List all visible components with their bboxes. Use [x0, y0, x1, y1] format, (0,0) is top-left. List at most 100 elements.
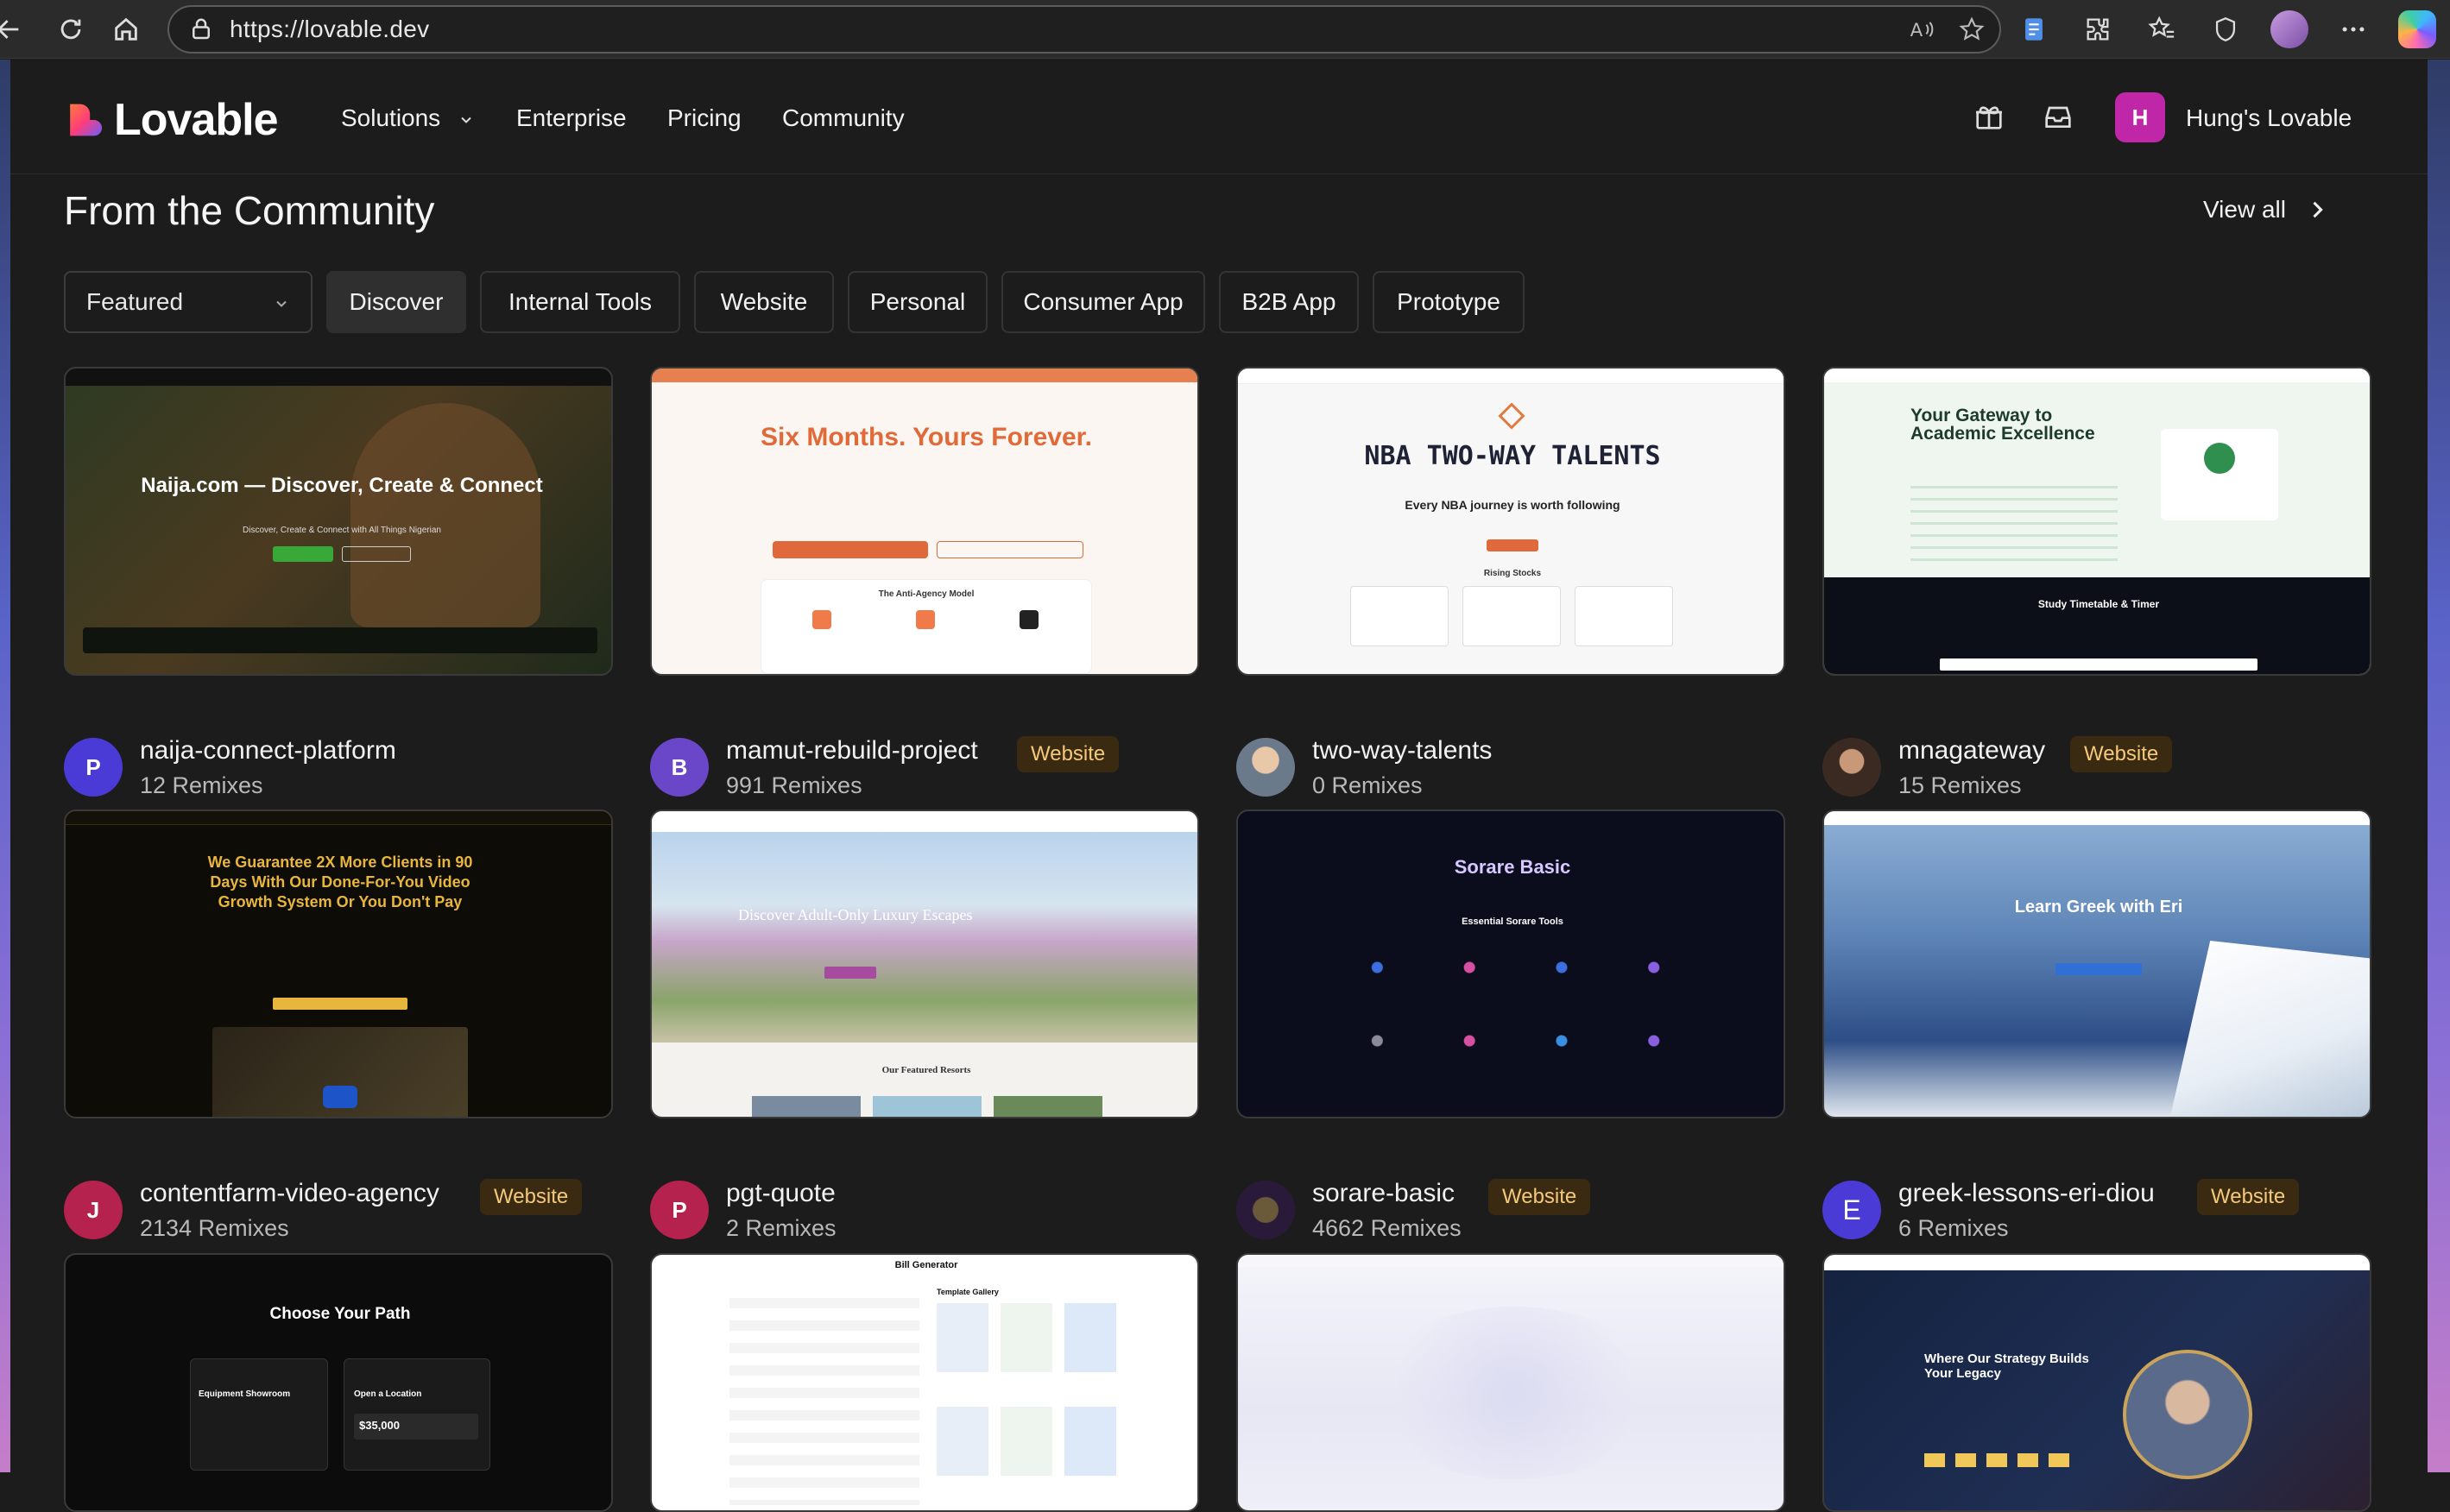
thumb-feature-icon [916, 610, 935, 629]
thumb-section-title: Rising Stocks [1483, 569, 1542, 578]
thumb-portrait [2123, 1350, 2252, 1479]
shield-icon[interactable] [2203, 7, 2248, 52]
thumb-feature-icon [1020, 610, 1039, 629]
copilot-icon[interactable] [2395, 7, 2440, 52]
back-button[interactable] [0, 5, 33, 54]
remix-count: 2 Remixes [726, 1215, 837, 1241]
inbox-icon[interactable] [2041, 99, 2075, 134]
user-avatar[interactable]: H [2115, 92, 2165, 142]
avatar[interactable]: B [650, 738, 709, 797]
favorite-star-icon[interactable] [1956, 14, 1987, 45]
logo-text: Lovable [114, 95, 278, 145]
filter-b2b-app[interactable]: B2B App [1219, 271, 1359, 333]
nav-pricing[interactable]: Pricing [667, 104, 742, 132]
thumb-headline: Your Gateway to Academic Excellence [1910, 406, 2095, 444]
filter-internal-tools[interactable]: Internal Tools [480, 271, 680, 333]
thumb-figure [350, 403, 540, 627]
thumb-cta [1487, 539, 1538, 551]
project-name[interactable]: two-way-talents [1312, 736, 1492, 765]
project-thumbnail[interactable]: Discover Adult-Only Luxury Escapes Our F… [650, 810, 1199, 1118]
filter-prototype[interactable]: Prototype [1373, 271, 1525, 333]
thumb-tool-grid [1359, 953, 1666, 1099]
thumb-topbar [66, 369, 611, 386]
remix-count: 991 Remixes [726, 772, 862, 798]
more-options-icon[interactable] [2331, 7, 2376, 52]
category-badge: Website [2197, 1179, 2300, 1215]
profile-avatar[interactable] [2267, 7, 2312, 52]
project-thumbnail[interactable]: Bill Generator Template Gallery [650, 1253, 1199, 1512]
project-thumbnail[interactable]: NBA TWO-WAY TALENTS Every NBA journey is… [1236, 367, 1785, 676]
thumb-section-title: The Anti-Agency Model [878, 589, 975, 599]
thumb-headline: Bill Generator [894, 1260, 958, 1270]
project-name[interactable]: mnagateway [1898, 736, 2045, 765]
project-name[interactable]: greek-lessons-eri-diou [1898, 1179, 2155, 1208]
nav-solutions[interactable]: Solutions [341, 104, 475, 132]
thumb-feature-icon [812, 610, 831, 629]
url-text: https://lovable.dev [230, 16, 430, 42]
nav-community[interactable]: Community [782, 104, 905, 132]
project-thumbnail[interactable]: Learn Greek with Eri [1822, 810, 2371, 1118]
thumb-announcement-bar [652, 369, 1197, 382]
thumb-headline: Where Our Strategy Builds Your Legacy [1924, 1351, 2089, 1381]
thumb-card [1350, 586, 1449, 646]
remix-count: 12 Remixes [140, 772, 263, 798]
project-name[interactable]: pgt-quote [726, 1179, 836, 1208]
project-thumbnail[interactable] [1236, 1253, 1785, 1512]
lovable-heart-icon [70, 104, 102, 136]
avatar[interactable] [1236, 738, 1295, 797]
project-name[interactable]: naija-connect-platform [140, 736, 396, 765]
thumb-feature-list [1910, 486, 2118, 564]
project-thumbnail[interactable]: Sorare Basic Essential Sorare Tools [1236, 810, 1785, 1118]
project-thumbnail[interactable]: We Guarantee 2X More Clients in 90 Days … [64, 810, 613, 1118]
avatar[interactable]: P [650, 1181, 709, 1239]
thumb-option-card [190, 1358, 328, 1471]
nav-enterprise[interactable]: Enterprise [516, 104, 627, 132]
user-workspace-name[interactable]: Hung's Lovable [2186, 104, 2352, 132]
extensions-icon[interactable] [2075, 7, 2120, 52]
filter-website[interactable]: Website [694, 271, 834, 333]
project-name[interactable]: contentfarm-video-agency [140, 1179, 439, 1208]
project-name[interactable]: mamut-rebuild-project [726, 736, 978, 765]
thumb-input [1940, 658, 2257, 671]
thumb-headline: We Guarantee 2X More Clients in 90 Days … [207, 854, 473, 910]
reload-button[interactable] [47, 5, 95, 54]
avatar[interactable]: E [1822, 1181, 1881, 1239]
address-bar[interactable]: https://lovable.dev A [167, 5, 2001, 54]
favorites-icon[interactable] [2139, 7, 2184, 52]
project-thumbnail[interactable]: Your Gateway to Academic Excellence Stud… [1822, 367, 2371, 676]
thumb-subtext: Discover, Create & Connect with All Thin… [243, 526, 441, 535]
thumb-topbar [1824, 811, 2370, 825]
thumb-topbar [652, 811, 1197, 832]
avatar[interactable] [1236, 1181, 1295, 1239]
thumb-resort-card [994, 1096, 1102, 1117]
lovable-logo[interactable]: Lovable [62, 94, 278, 146]
gift-icon[interactable] [1972, 99, 2006, 134]
section-title: From the Community [64, 188, 435, 233]
project-thumbnail[interactable]: Choose Your Path Equipment Showroom Open… [64, 1253, 613, 1512]
thumb-section-title: Essential Sorare Tools [1462, 917, 1563, 927]
home-button[interactable] [102, 5, 150, 54]
avatar[interactable]: J [64, 1181, 123, 1239]
filter-personal[interactable]: Personal [848, 271, 988, 333]
sort-select[interactable]: Featured [64, 271, 313, 333]
avatar[interactable] [1822, 738, 1881, 797]
avatar[interactable]: P [64, 738, 123, 797]
thumb-headline: Discover Adult-Only Luxury Escapes [738, 906, 973, 923]
home-icon [115, 17, 137, 41]
thumb-topbar [1824, 369, 2370, 382]
filter-discover[interactable]: Discover [326, 271, 466, 333]
project-thumbnail[interactable]: Where Our Strategy Builds Your Legacy [1822, 1253, 2371, 1512]
project-thumbnail[interactable]: Naija.com — Discover, Create & Connect D… [64, 367, 613, 676]
thumb-cta [273, 546, 333, 562]
thumb-cta [273, 998, 407, 1010]
project-thumbnail[interactable]: Six Months. Yours Forever. The Anti-Agen… [650, 367, 1199, 676]
view-all-link[interactable]: View all [2203, 196, 2329, 224]
read-aloud-icon[interactable]: A [1906, 14, 1937, 45]
filter-consumer-app[interactable]: Consumer App [1001, 271, 1205, 333]
svg-text:A: A [1910, 20, 1923, 41]
reader-icon[interactable] [2011, 7, 2056, 52]
thumb-cta-secondary [342, 546, 411, 562]
project-name[interactable]: sorare-basic [1312, 1179, 1455, 1208]
thumb-headline: Sorare Basic [1454, 856, 1571, 878]
thumb-resort-card [752, 1096, 861, 1117]
